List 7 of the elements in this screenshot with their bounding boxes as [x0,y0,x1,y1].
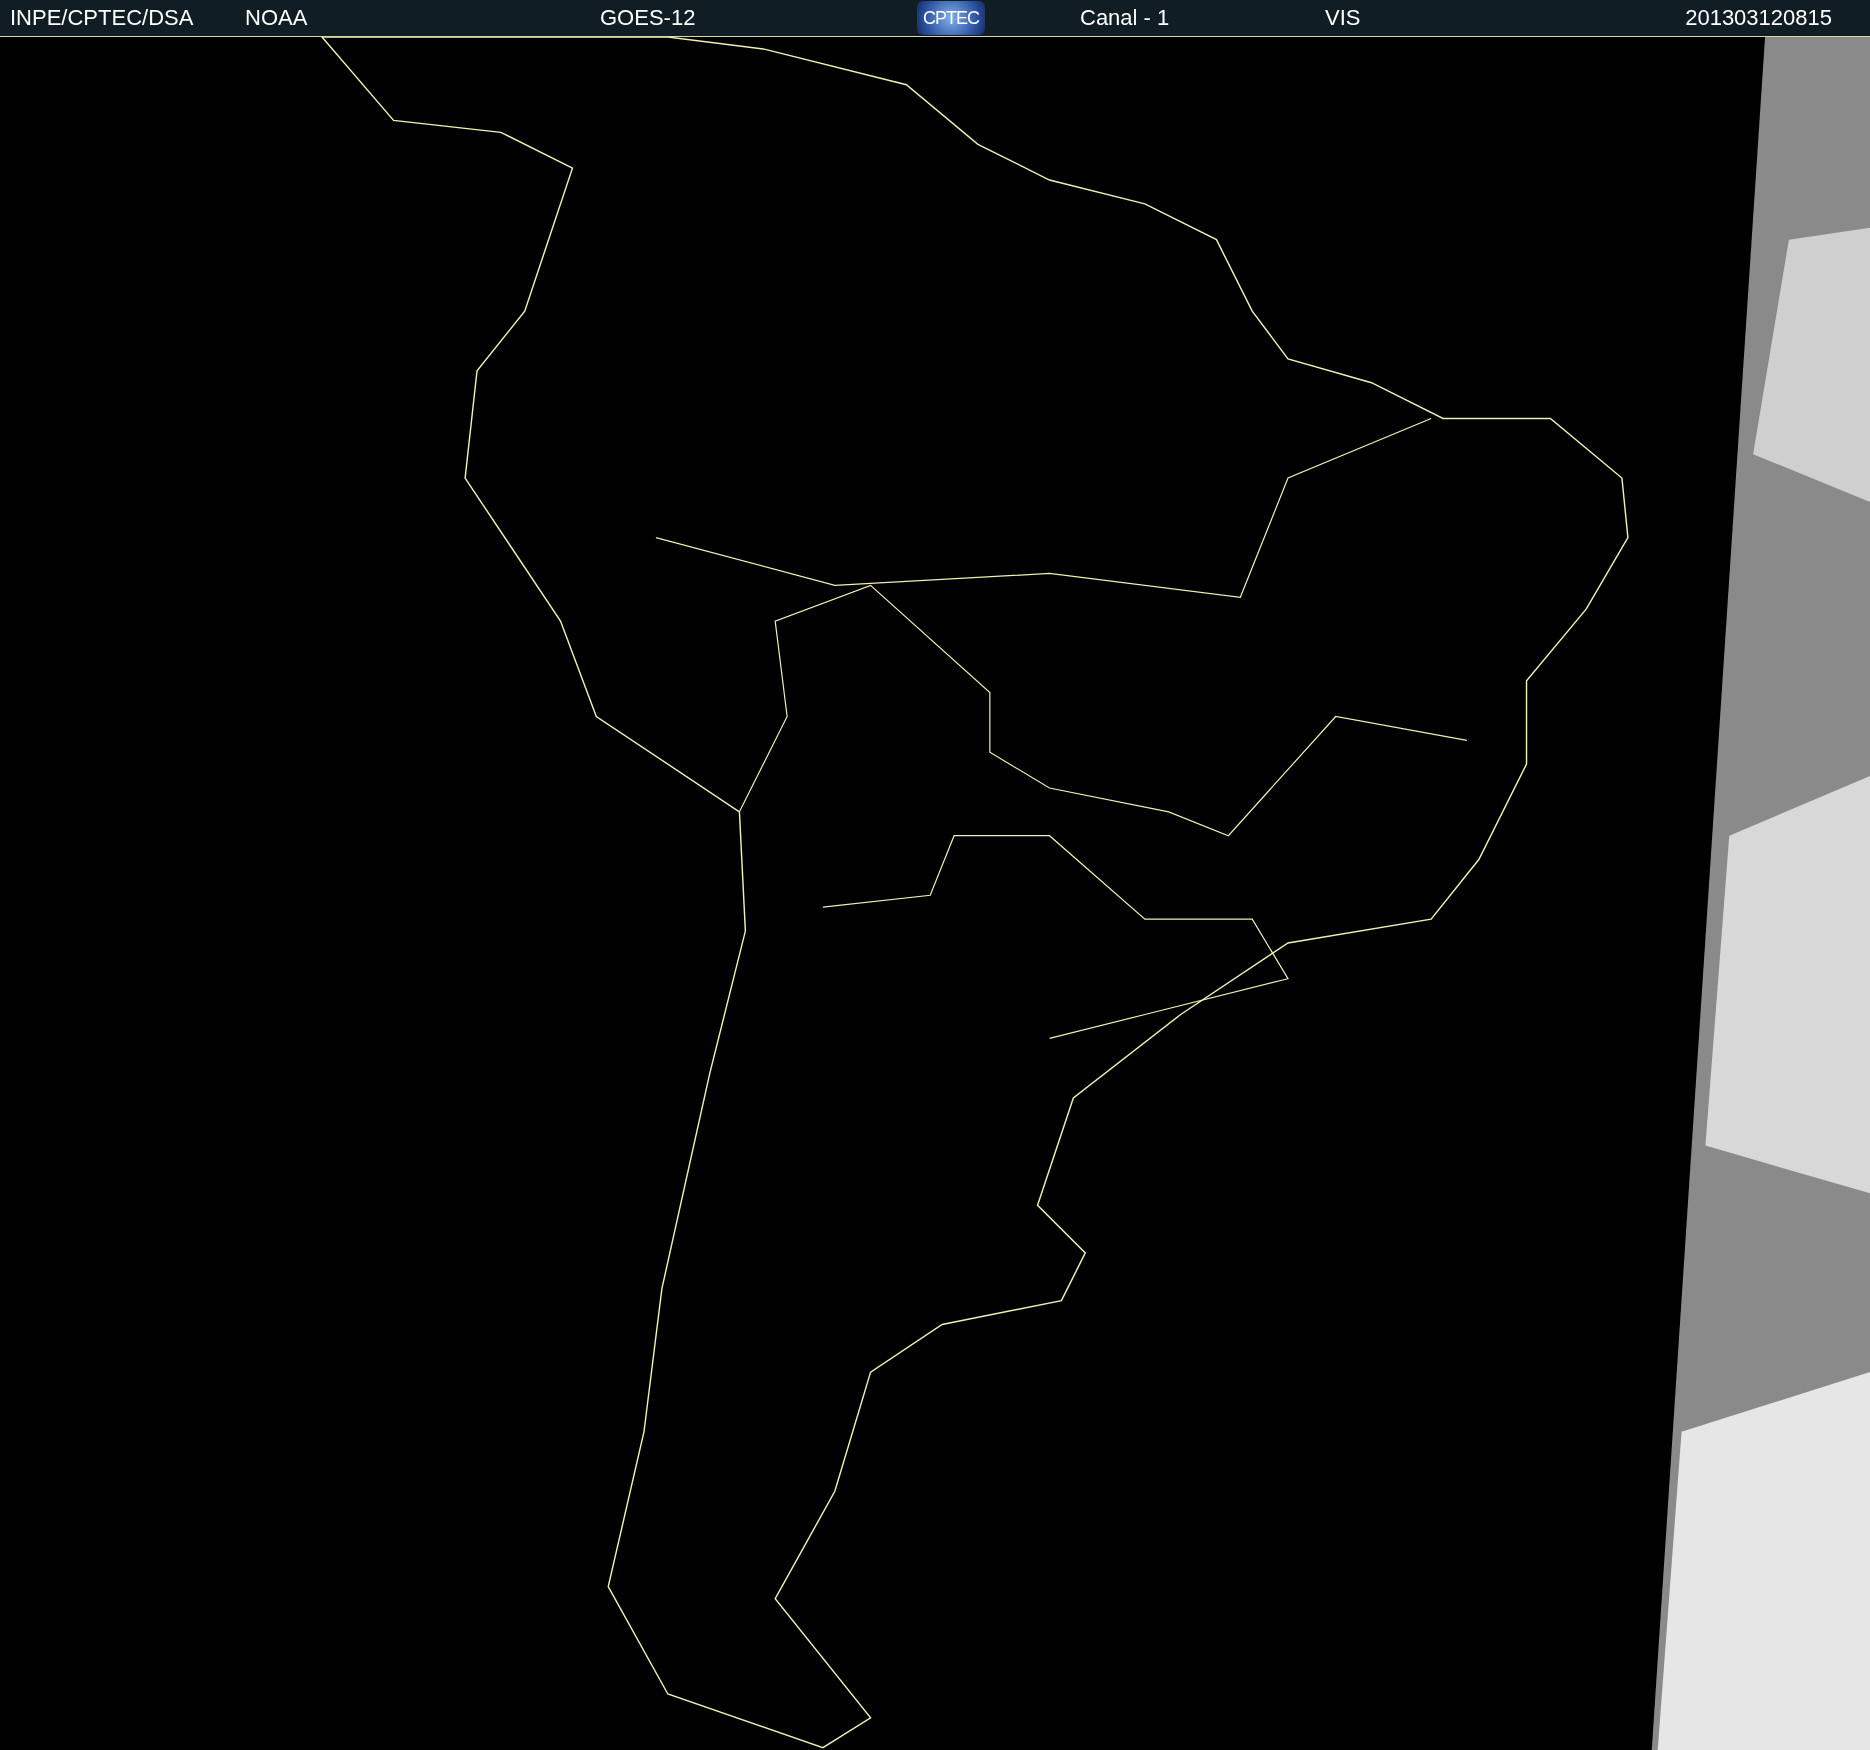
logo: CPTEC [917,1,985,35]
header-label: Canal - 1 [1080,5,1170,31]
header-label: VIS [1325,5,1361,31]
header-label: 201303120815 [1685,5,1832,31]
header-label: NOAA [245,5,308,31]
header-label: GOES-12 [600,5,696,31]
header-label: INPE/CPTEC/DSA [10,5,194,31]
